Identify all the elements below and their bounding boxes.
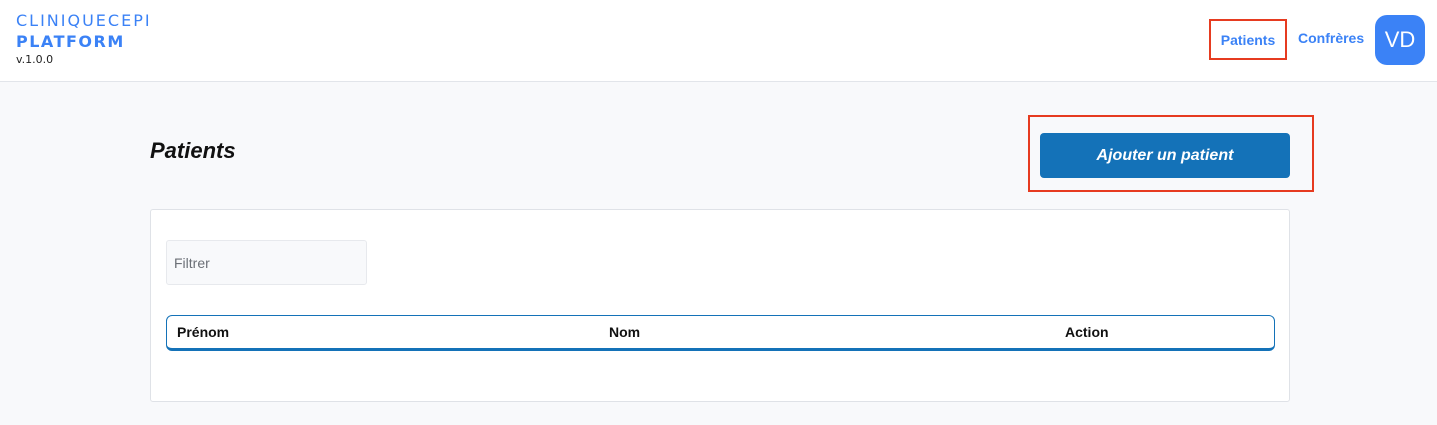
column-header-action: Action [1065,324,1109,340]
brand-logo[interactable]: CLINIQUECEPI PLATFORM v.1.0.0 [16,11,152,67]
filter-input[interactable] [166,240,367,285]
nav-link-patients[interactable]: Patients [1209,19,1287,60]
add-patient-button[interactable]: Ajouter un patient [1040,133,1290,178]
brand-name-line1: CLINIQUECEPI [16,11,152,30]
nav-link-confreres[interactable]: Confrères [1298,30,1364,50]
patients-table-header: Prénom Nom Action [166,315,1275,351]
top-header: CLINIQUECEPI PLATFORM v.1.0.0 Patients C… [0,0,1437,82]
app-version: v.1.0.0 [16,53,54,66]
page-title: Patients [150,138,236,163]
column-header-nom[interactable]: Nom [609,324,640,340]
brand-name-line2: PLATFORM [16,32,125,51]
column-header-prenom[interactable]: Prénom [177,324,229,340]
user-avatar[interactable]: VD [1375,15,1425,65]
patients-card: Prénom Nom Action [150,209,1290,402]
